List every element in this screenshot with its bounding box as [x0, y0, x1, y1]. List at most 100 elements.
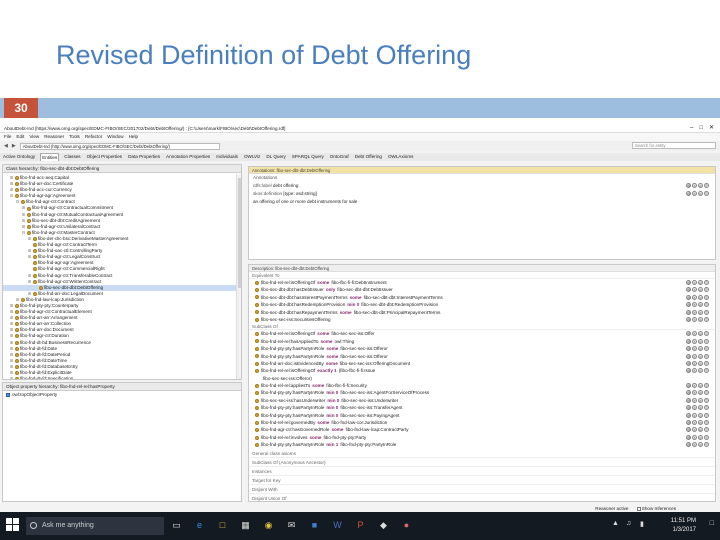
tab-item[interactable]: OWLViz: [243, 153, 261, 161]
menu-item[interactable]: Edit: [16, 133, 24, 141]
notifications-icon[interactable]: □: [710, 520, 714, 527]
delete-icon[interactable]: ×: [692, 360, 697, 366]
explain-icon[interactable]: ?: [704, 353, 709, 359]
delete-icon[interactable]: ×: [692, 442, 697, 448]
delete-icon[interactable]: ×: [692, 316, 697, 322]
description-section[interactable]: Instances: [249, 467, 715, 476]
maximize-icon[interactable]: □: [699, 125, 703, 132]
axiom-row[interactable]: fibo-sec-dbt-dbt:hasInterestPaymentTerms…: [249, 294, 715, 301]
delete-icon[interactable]: ×: [692, 405, 697, 411]
annotate-icon[interactable]: @: [686, 302, 691, 308]
description-section[interactable]: Disjoint With: [249, 485, 715, 494]
close-icon[interactable]: ✕: [709, 125, 714, 132]
tree-item[interactable]: ⊞ fibo-fnd-dt-fd:Specification: [3, 376, 241, 379]
entity-search-input[interactable]: Search for entity: [632, 142, 716, 149]
annotate-icon[interactable]: @: [686, 331, 691, 337]
delete-icon[interactable]: ×: [692, 427, 697, 433]
expand-icon[interactable]: ⊞: [27, 236, 32, 242]
network-icon[interactable]: ▲: [612, 520, 619, 527]
explain-icon[interactable]: ?: [704, 442, 709, 448]
explain-icon[interactable]: ?: [704, 434, 709, 440]
edit-icon[interactable]: o: [698, 191, 703, 196]
tab-item[interactable]: Annotation Properties: [165, 153, 211, 161]
menu-item[interactable]: Refactor: [85, 133, 102, 141]
menu-item[interactable]: Help: [129, 133, 138, 141]
axiom-row[interactable]: fibo-fnd-arr-doc:isEvidencedBy some fibo-s…: [249, 360, 715, 367]
explain-icon[interactable]: ?: [704, 360, 709, 366]
edit-icon[interactable]: o: [698, 442, 703, 448]
explain-icon[interactable]: ?: [704, 346, 709, 352]
explain-icon[interactable]: ?: [704, 302, 709, 308]
axiom-row[interactable]: fibo-fnd-rel-rel:isOfferingOf some fibo-fb…: [249, 279, 715, 286]
edge-browser-icon[interactable]: e: [193, 517, 206, 533]
tab-item[interactable]: SPARQL Query: [291, 153, 325, 161]
annotate-icon[interactable]: @: [686, 420, 691, 426]
minimize-icon[interactable]: –: [690, 125, 693, 132]
axiom-row[interactable]: fibo-fnd-rel-rel:involves some fibo-fnd-pt…: [249, 434, 715, 441]
menu-item[interactable]: Reasoner: [44, 133, 64, 141]
axiom-row[interactable]: fibo-sec-dbt-dbt:hasRedemptionProvision m…: [249, 301, 715, 308]
annotate-icon[interactable]: @: [686, 353, 691, 359]
delete-icon[interactable]: ×: [692, 309, 697, 315]
delete-icon[interactable]: ×: [692, 338, 697, 344]
axiom-row[interactable]: fibo-fnd-rel-rel:hasAppliedTo some owl:Thi…: [249, 338, 715, 345]
delete-icon[interactable]: ×: [692, 412, 697, 418]
expand-icon[interactable]: ⊞: [27, 254, 32, 260]
delete-icon[interactable]: ×: [692, 331, 697, 337]
delete-icon[interactable]: ×: [692, 397, 697, 403]
tab-item[interactable]: OWLAxioms: [387, 153, 415, 161]
volume-icon[interactable]: ♫: [626, 520, 631, 527]
description-section[interactable]: SubClass Of (Anonymous Ancestor): [249, 458, 715, 467]
tab-item[interactable]: Object Properties: [86, 153, 124, 161]
annotate-icon[interactable]: @: [686, 316, 691, 322]
edit-icon[interactable]: o: [698, 353, 703, 359]
annotate-icon[interactable]: @: [686, 183, 691, 188]
edit-icon[interactable]: o: [698, 390, 703, 396]
explain-icon[interactable]: ?: [704, 280, 709, 285]
delete-icon[interactable]: ×: [692, 183, 697, 188]
delete-icon[interactable]: ×: [692, 368, 697, 374]
delete-icon[interactable]: ×: [692, 434, 697, 440]
annotate-icon[interactable]: @: [686, 360, 691, 366]
delete-icon[interactable]: ×: [692, 302, 697, 308]
delete-icon[interactable]: ×: [692, 420, 697, 426]
expand-icon[interactable]: ⊞: [9, 376, 14, 379]
explain-icon[interactable]: ?: [704, 287, 709, 293]
start-button[interactable]: [6, 518, 20, 532]
edit-icon[interactable]: o: [698, 316, 703, 322]
class-tree-scrollbar[interactable]: [236, 174, 241, 379]
annotate-icon[interactable]: @: [686, 397, 691, 403]
axiom-row[interactable]: fibo-fnd-agr-ctr:hasGovernedRole some fibo…: [249, 426, 715, 433]
explain-icon[interactable]: ?: [704, 309, 709, 315]
chrome-icon[interactable]: ◉: [262, 517, 275, 533]
show-inferences-checkbox[interactable]: Show Inferences: [636, 506, 676, 511]
mail-icon[interactable]: ✉: [285, 517, 298, 533]
edit-icon[interactable]: o: [698, 405, 703, 411]
collapse-icon[interactable]: ⊟: [15, 199, 20, 205]
tab-item[interactable]: OntoGraf: [329, 153, 350, 161]
tab-item[interactable]: Debt Offering: [354, 153, 383, 161]
property-item[interactable]: owl:topObjectProperty: [3, 391, 241, 398]
word-icon[interactable]: W: [331, 517, 344, 533]
annotate-icon[interactable]: @: [686, 287, 691, 293]
battery-icon[interactable]: ▮: [640, 520, 644, 528]
axiom-row[interactable]: fibo-sec-dbt-dbt:hasRepaymentTerms some fi…: [249, 309, 715, 316]
edit-icon[interactable]: o: [698, 397, 703, 403]
tab-item[interactable]: Individuals: [215, 153, 239, 161]
file-explorer-icon[interactable]: □: [216, 517, 229, 533]
store-icon[interactable]: ▦: [239, 517, 252, 533]
delete-icon[interactable]: ×: [692, 294, 697, 300]
delete-icon[interactable]: ×: [692, 287, 697, 293]
back-icon[interactable]: ◀: [4, 143, 8, 149]
axiom-row[interactable]: fibo-fnd-rel-rel:governedBy some fibo-fnd-…: [249, 419, 715, 426]
collapse-icon[interactable]: ⊟: [21, 230, 26, 236]
annotate-icon[interactable]: @: [686, 412, 691, 418]
delete-icon[interactable]: ×: [692, 353, 697, 359]
annotate-icon[interactable]: @: [686, 383, 691, 389]
annotate-icon[interactable]: @: [686, 294, 691, 300]
axiom-row[interactable]: fibo-fnd-rel-rel:isOfferingOf exactly 1 (f…: [249, 367, 715, 374]
tab-item[interactable]: Data Properties: [127, 153, 161, 161]
explain-icon[interactable]: ?: [704, 368, 709, 374]
delete-icon[interactable]: ×: [692, 390, 697, 396]
edit-icon[interactable]: o: [698, 368, 703, 374]
